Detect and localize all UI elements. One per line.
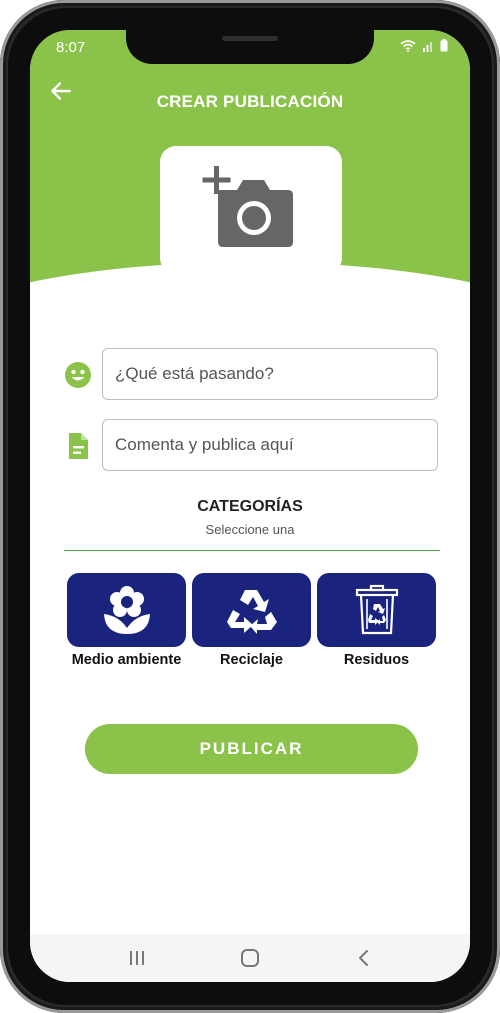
categories-divider	[64, 550, 440, 551]
category-label: Residuos	[343, 652, 410, 668]
comment-input[interactable]	[102, 419, 438, 471]
category-label: Reciclaje	[220, 652, 283, 668]
battery-icon	[440, 39, 448, 52]
status-time: 8:07	[56, 39, 86, 56]
comment-row	[64, 419, 440, 473]
category-tile[interactable]	[67, 573, 186, 647]
phone-frame: 8:07 CREAR PUBLICACIÓN ¿Qué está pasando…	[0, 0, 500, 1013]
category-label: Medio ambiente	[71, 652, 182, 668]
category-medio-ambiente[interactable]: Medio ambiente	[67, 573, 186, 673]
android-nav-bar	[30, 934, 470, 982]
category-tile[interactable]	[192, 573, 311, 647]
title-input[interactable]	[102, 348, 438, 400]
recents-icon[interactable]	[125, 946, 149, 970]
recycle-bin-icon	[355, 584, 398, 635]
wifi-icon	[400, 39, 416, 52]
add-photo-icon	[202, 166, 293, 247]
category-residuos[interactable]: Residuos	[317, 573, 436, 673]
document-icon	[69, 433, 88, 459]
category-tile[interactable]	[317, 573, 436, 647]
categories-subtitle: Seleccione una	[205, 522, 295, 537]
add-photo-button[interactable]	[160, 146, 342, 274]
status-icons	[400, 39, 448, 52]
recycle-icon	[226, 590, 277, 634]
speaker-grille	[222, 36, 278, 41]
title-row	[64, 348, 440, 402]
home-icon[interactable]	[238, 946, 262, 970]
categories-title: CATEGORÍAS	[197, 498, 303, 515]
smiley-icon	[65, 362, 91, 388]
camera-notch	[126, 30, 374, 64]
screen: 8:07 CREAR PUBLICACIÓN ¿Qué está pasando…	[30, 30, 470, 982]
back-chevron-icon[interactable]	[352, 946, 376, 970]
signal-icon	[423, 41, 432, 52]
flower-icon	[103, 586, 150, 634]
publish-button[interactable]: PUBLICAR	[85, 724, 418, 774]
page-title: CREAR PUBLICACIÓN	[156, 92, 344, 111]
category-reciclaje[interactable]: Reciclaje	[192, 573, 311, 673]
